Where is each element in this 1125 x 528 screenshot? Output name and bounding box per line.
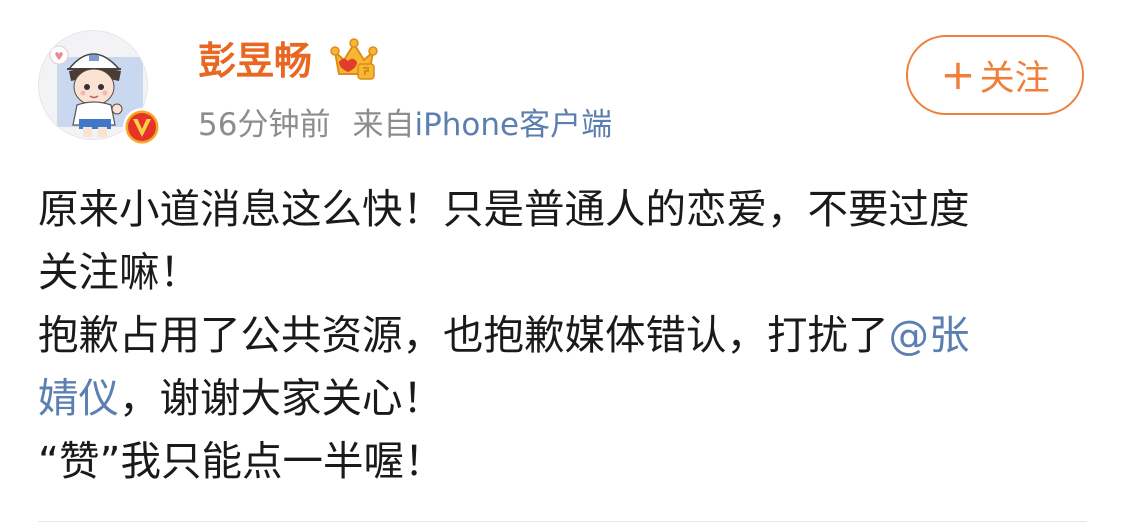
content-line-3-text: 抱歉占用了公共资源，也抱歉媒体错认，打扰了: [38, 311, 889, 359]
mention-link[interactable]: @张: [889, 311, 970, 359]
username[interactable]: 彭昱畅: [198, 34, 312, 88]
crown-icon: [330, 38, 378, 82]
follow-button[interactable]: + 关注: [906, 35, 1084, 115]
verified-badge-icon: [122, 107, 162, 147]
post-meta: 56分钟前 来自iPhone客户端: [198, 100, 612, 150]
follow-button-label: 关注: [979, 58, 1050, 99]
content-line-5: “赞”我只能点一半喔！: [38, 437, 445, 485]
content-line-2: 关注嘛！: [38, 248, 200, 296]
content-line-3: 抱歉占用了公共资源，也抱歉媒体错认，打扰了@张: [38, 304, 1088, 367]
post-content: 原来小道消息这么快！只是普通人的恋爱，不要过度 关注嘛！ 抱歉占用了公共资源，也…: [38, 178, 1088, 493]
source-link[interactable]: iPhone客户端: [414, 107, 612, 143]
content-line-4: 婧仪，谢谢大家关心！: [38, 367, 1088, 430]
post-time: 56分钟前: [198, 107, 331, 143]
mention-link-continued[interactable]: 婧仪: [38, 374, 119, 422]
divider: [38, 521, 1087, 522]
content-line-4-text: ，谢谢大家关心！: [119, 374, 443, 422]
source-prefix: 来自: [352, 107, 415, 143]
content-line-1: 原来小道消息这么快！只是普通人的恋爱，不要过度: [38, 185, 970, 233]
plus-icon: +: [940, 50, 976, 99]
